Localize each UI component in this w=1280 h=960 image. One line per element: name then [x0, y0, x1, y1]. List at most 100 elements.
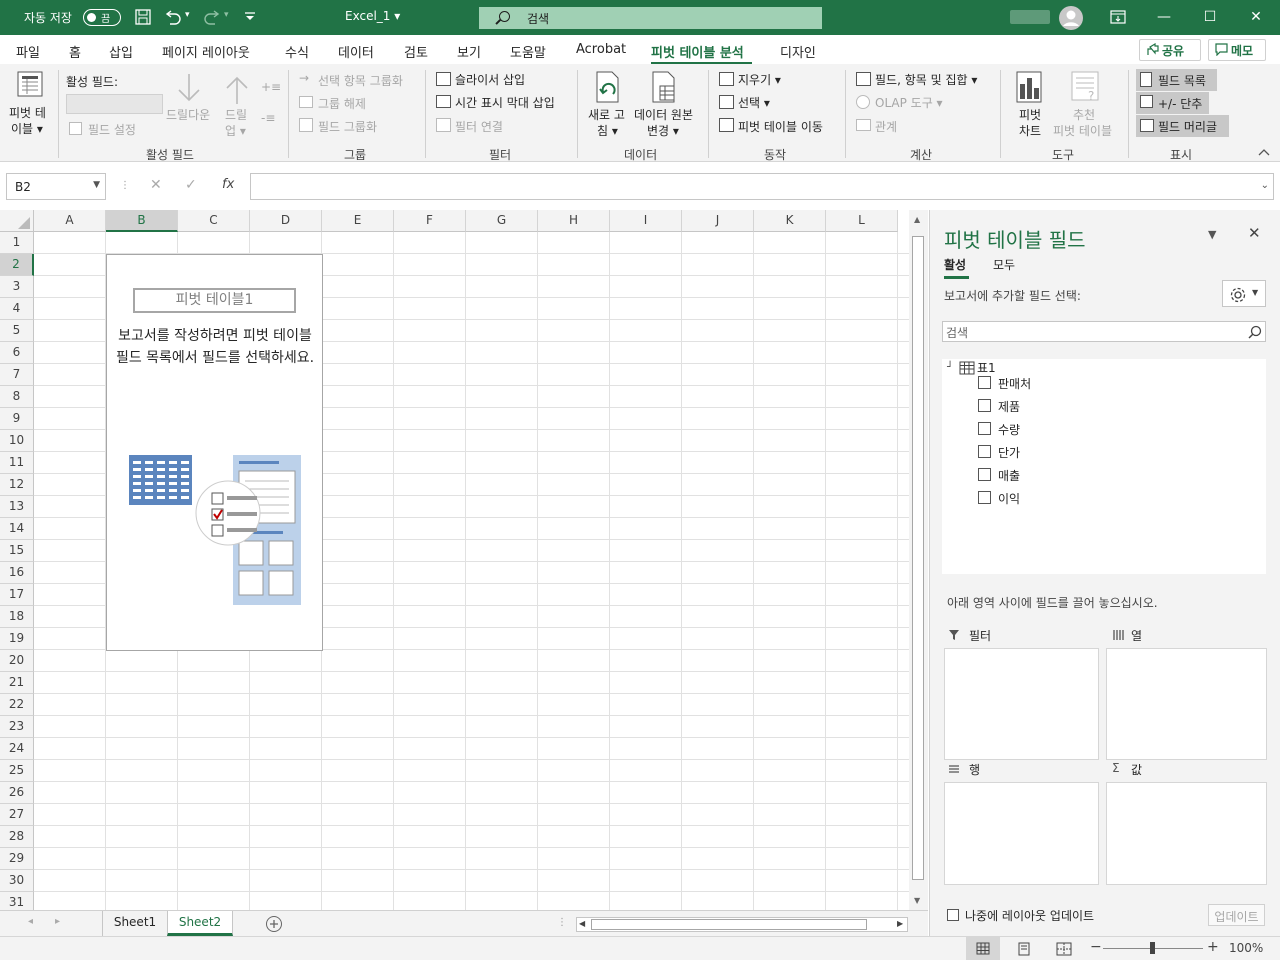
tab-page-layout[interactable]: 페이지 레이아웃 [162, 42, 250, 61]
pane-close-icon[interactable]: ✕ [1248, 224, 1261, 242]
drill-up-label-1[interactable]: 드릴 [225, 106, 247, 123]
redo-icon[interactable] [203, 9, 221, 25]
columns-drop-area[interactable] [1106, 648, 1267, 760]
field-checkbox[interactable] [978, 399, 991, 412]
redo-dropdown-icon[interactable]: ▾ [224, 10, 229, 20]
horizontal-scroll-thumb[interactable] [591, 919, 867, 930]
row-header-1[interactable]: 1 [0, 232, 34, 254]
field-checkbox[interactable] [978, 491, 991, 504]
clear-button[interactable]: 지우기 ▾ [738, 71, 781, 88]
row-header-21[interactable]: 21 [0, 672, 34, 694]
pivot-chart-label-1[interactable]: 피벗 [1019, 106, 1041, 123]
tab-formulas[interactable]: 수식 [285, 42, 309, 61]
column-header-h[interactable]: H [538, 210, 610, 232]
row-header-7[interactable]: 7 [0, 364, 34, 386]
expand-formula-bar-icon[interactable]: ⌄ [1261, 180, 1269, 191]
row-header-29[interactable]: 29 [0, 848, 34, 870]
insert-slicer-button[interactable]: 슬라이서 삽입 [455, 71, 525, 88]
sheet-tab-sheet2[interactable]: Sheet2 [167, 911, 233, 936]
scroll-right-icon[interactable]: ▶ [897, 919, 903, 928]
tab-data[interactable]: 데이터 [338, 42, 374, 61]
pivot-table-label-1[interactable]: 피벗 테 [9, 104, 46, 121]
row-header-3[interactable]: 3 [0, 276, 34, 298]
row-header-30[interactable]: 30 [0, 870, 34, 892]
group-selection-button[interactable]: 선택 항목 그룹화 [318, 72, 403, 89]
tab-review[interactable]: 검토 [404, 42, 428, 61]
recommended-label-1[interactable]: 추천 [1073, 106, 1095, 123]
insert-function-icon[interactable]: fx [222, 177, 234, 192]
row-header-11[interactable]: 11 [0, 452, 34, 474]
horizontal-scrollbar[interactable]: ◀ ▶ [576, 917, 908, 932]
layout-settings-button[interactable]: ▼ [1222, 280, 1266, 307]
row-header-26[interactable]: 26 [0, 782, 34, 804]
filters-drop-area[interactable] [944, 648, 1099, 760]
drill-down-button[interactable]: 드릴다운 [166, 106, 210, 123]
window-title[interactable]: Excel_1 ▾ [345, 9, 400, 23]
scroll-down-icon[interactable]: ▼ [914, 896, 920, 905]
row-header-31[interactable]: 31 [0, 892, 34, 910]
field-list-button[interactable]: 필드 목록 [1158, 72, 1206, 89]
pivot-table-label-2[interactable]: 이블 ▾ [11, 120, 43, 137]
tab-help[interactable]: 도움말 [510, 42, 546, 61]
page-break-view-icon[interactable] [1056, 942, 1072, 956]
undo-icon[interactable] [164, 9, 182, 25]
row-header-14[interactable]: 14 [0, 518, 34, 540]
recommended-label-2[interactable]: 피벗 테이블 [1053, 122, 1112, 139]
field-checkbox[interactable] [978, 376, 991, 389]
column-header-b[interactable]: B [106, 210, 178, 232]
zoom-level[interactable]: 100% [1229, 941, 1263, 955]
column-header-e[interactable]: E [322, 210, 394, 232]
pane-tab-all[interactable]: 모두 [993, 256, 1015, 273]
page-layout-view-icon[interactable] [1017, 942, 1031, 956]
zoom-slider-thumb[interactable] [1150, 942, 1155, 954]
fields-items-sets-button[interactable]: 필드, 항목 및 집합 ▾ [875, 71, 977, 88]
pivot-chart-label-2[interactable]: 차트 [1019, 122, 1041, 139]
field-search-input[interactable]: 검색 [942, 321, 1266, 342]
scroll-up-icon[interactable]: ▲ [914, 215, 920, 224]
plus-minus-button[interactable]: +/- 단추 [1158, 95, 1202, 112]
change-source-label-1[interactable]: 데이터 원본 [634, 106, 693, 123]
collapse-ribbon-icon[interactable] [1258, 148, 1270, 156]
row-header-24[interactable]: 24 [0, 738, 34, 760]
pane-options-icon[interactable]: ▼ [1208, 228, 1216, 241]
customize-qat-icon[interactable] [243, 10, 257, 24]
sheet-tab-sheet1[interactable]: Sheet1 [102, 911, 167, 936]
row-header-2[interactable]: 2 [0, 254, 34, 276]
zoom-in-button[interactable]: + [1207, 939, 1219, 955]
tab-home[interactable]: 홈 [69, 42, 81, 61]
row-header-4[interactable]: 4 [0, 298, 34, 320]
refresh-label-1[interactable]: 새로 고 [588, 106, 625, 123]
row-header-22[interactable]: 22 [0, 694, 34, 716]
field-headers-button[interactable]: 필드 머리글 [1158, 118, 1217, 135]
column-header-a[interactable]: A [34, 210, 106, 232]
row-header-25[interactable]: 25 [0, 760, 34, 782]
close-button[interactable]: ✕ [1233, 0, 1279, 35]
name-box-dropdown-icon[interactable]: ▼ [93, 180, 100, 190]
relationships-button[interactable]: 관계 [875, 118, 897, 135]
pivot-table-placeholder[interactable]: 피벗 테이블1 보고서를 작성하려면 피벗 테이블 필드 목록에서 필드를 선택… [106, 254, 323, 651]
autosave-toggle[interactable]: 끔 [83, 9, 121, 26]
column-header-j[interactable]: J [682, 210, 754, 232]
tab-insert[interactable]: 삽입 [109, 42, 133, 61]
tab-splitter-icon[interactable]: ⋮ [557, 917, 567, 928]
field-checkbox[interactable] [978, 468, 991, 481]
move-pivot-button[interactable]: 피벗 테이블 이동 [738, 118, 823, 135]
row-header-12[interactable]: 12 [0, 474, 34, 496]
row-header-5[interactable]: 5 [0, 320, 34, 342]
scroll-sheets-right-icon[interactable]: ▸ [55, 916, 60, 927]
row-header-10[interactable]: 10 [0, 430, 34, 452]
tab-file[interactable]: 파일 [16, 42, 40, 61]
row-header-16[interactable]: 16 [0, 562, 34, 584]
column-header-l[interactable]: L [826, 210, 898, 232]
cancel-icon[interactable]: ✕ [150, 177, 162, 193]
share-button[interactable]: 공유 [1139, 39, 1201, 61]
column-header-f[interactable]: F [394, 210, 466, 232]
avatar[interactable] [1058, 5, 1084, 31]
scroll-left-icon[interactable]: ◀ [579, 919, 585, 928]
column-header-g[interactable]: G [466, 210, 538, 232]
tab-acrobat[interactable]: Acrobat [576, 42, 626, 57]
formula-input[interactable]: ⌄ [250, 173, 1274, 200]
row-header-28[interactable]: 28 [0, 826, 34, 848]
collapse-field-icon[interactable]: -≡ [261, 111, 275, 125]
collapse-table-icon[interactable]: ┘ [947, 362, 953, 373]
